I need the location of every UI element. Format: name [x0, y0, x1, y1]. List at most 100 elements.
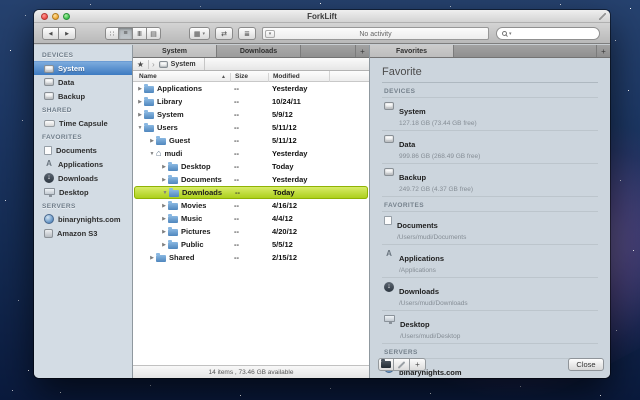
panel-section-devices: DEVICES	[382, 83, 598, 98]
add-panel-tab-button[interactable]: +	[596, 45, 610, 57]
sidebar-item-system[interactable]: System	[34, 61, 132, 75]
column-header-modified[interactable]: Modified	[268, 73, 300, 82]
tab-system[interactable]: System	[133, 45, 217, 57]
list-item-documents[interactable]: Documents/Users/mudi/Documents	[382, 212, 598, 245]
row-size: --	[234, 253, 239, 262]
table-row-guest[interactable]: ▶Guest--5/11/12	[133, 134, 369, 147]
folder-icon	[144, 99, 154, 106]
grid-icon: ▦	[194, 30, 201, 38]
disclosure-triangle-icon[interactable]: ▼	[148, 151, 156, 157]
row-size: --	[234, 110, 239, 119]
disclosure-triangle-icon[interactable]: ▶	[148, 138, 156, 144]
coverflow-view-button[interactable]: ▤	[147, 27, 161, 40]
icon-view-icon: ∷	[110, 30, 114, 38]
sidebar-item-desktop[interactable]: Desktop	[34, 185, 132, 199]
column-header-name[interactable]: Name	[139, 73, 157, 80]
disclosure-triangle-icon[interactable]: ▶	[160, 216, 168, 222]
row-modified: 2/15/12	[272, 253, 297, 262]
sidebar-item-documents[interactable]: Documents	[34, 143, 132, 157]
row-size: --	[234, 201, 239, 210]
sidebar-item-downloads[interactable]: Downloads	[34, 171, 132, 185]
row-modified: 5/11/12	[272, 123, 297, 132]
table-row-downloads-selected[interactable]: ▼Downloads--Today	[134, 186, 368, 199]
list-view-button[interactable]: ≡	[119, 27, 133, 40]
sidebar-item-label: System	[58, 64, 85, 73]
row-size: --	[234, 227, 239, 236]
disclosure-triangle-icon[interactable]: ▶	[160, 177, 168, 183]
folder-icon	[168, 164, 178, 171]
new-folder-button[interactable]	[378, 358, 394, 371]
favorite-star-button[interactable]: ★	[133, 60, 149, 69]
table-row-music[interactable]: ▶Music--4/4/12	[133, 212, 369, 225]
disclosure-triangle-icon[interactable]: ▶	[136, 112, 144, 118]
arrange-dropdown-button[interactable]: ▦▾	[189, 27, 210, 40]
row-modified: Yesterday	[272, 175, 307, 184]
tab-favorites[interactable]: Favorites	[370, 45, 454, 57]
row-modified: 5/5/12	[272, 240, 293, 249]
list-item-backup[interactable]: Backup249.72 GB (4.37 GB free)	[382, 164, 598, 197]
column-header-size[interactable]: Size	[230, 73, 248, 82]
sidebar-item-label: Desktop	[59, 188, 89, 197]
disclosure-triangle-icon[interactable]: ▶	[136, 99, 144, 105]
downloads-icon	[44, 173, 54, 183]
disclosure-triangle-icon[interactable]: ▶	[160, 242, 168, 248]
sidebar-item-label: Documents	[56, 146, 97, 155]
search-field[interactable]: ▾	[496, 27, 600, 40]
folder-icon	[156, 255, 166, 262]
table-row-shared[interactable]: ▶Shared--2/15/12	[133, 251, 369, 264]
disclosure-triangle-icon[interactable]: ▼	[161, 190, 169, 196]
row-name: Downloads	[182, 188, 222, 197]
disclosure-triangle-icon[interactable]: ▶	[160, 164, 168, 170]
forward-icon: ▶	[65, 31, 69, 37]
add-favorite-button[interactable]: +	[410, 358, 426, 371]
sidebar-item-backup[interactable]: Backup	[34, 89, 132, 103]
table-row-library[interactable]: ▶Library--10/24/11	[133, 95, 369, 108]
table-row-public[interactable]: ▶Public--5/5/12	[133, 238, 369, 251]
table-row-desktop[interactable]: ▶Desktop--Today	[133, 160, 369, 173]
table-row-mudi[interactable]: ▼⌂mudi--Yesterday	[133, 147, 369, 160]
column-view-button[interactable]: Ⅲ	[133, 27, 147, 40]
disclosure-triangle-icon[interactable]: ▶	[160, 203, 168, 209]
icon-view-button[interactable]: ∷	[105, 27, 119, 40]
list-item-data[interactable]: Data999.86 GB (268.49 GB free)	[382, 131, 598, 164]
sidebar-item-binarynights[interactable]: binarynights.com	[34, 212, 132, 226]
back-icon: ◀	[49, 31, 53, 37]
row-name: Desktop	[181, 162, 211, 171]
add-tab-button[interactable]: +	[355, 45, 369, 57]
forward-button[interactable]: ▶	[59, 27, 76, 40]
plus-icon: +	[601, 47, 606, 56]
sort-button[interactable]: ≣	[238, 27, 256, 40]
documents-icon	[384, 216, 392, 225]
disclosure-triangle-icon[interactable]: ▶	[160, 229, 168, 235]
list-item-downloads[interactable]: Downloads/Users/mudi/Downloads	[382, 278, 598, 311]
sidebar-item-applications[interactable]: Applications	[34, 157, 132, 171]
sidebar-item-data[interactable]: Data	[34, 75, 132, 89]
row-size: --	[234, 214, 239, 223]
sync-button[interactable]: ⇄	[215, 27, 233, 40]
table-row-pictures[interactable]: ▶Pictures--4/20/12	[133, 225, 369, 238]
table-row-applications[interactable]: ▶Applications--Yesterday	[133, 82, 369, 95]
disclosure-triangle-icon[interactable]: ▶	[136, 86, 144, 92]
disclosure-triangle-icon[interactable]: ▶	[148, 255, 156, 261]
table-row-movies[interactable]: ▶Movies--4/16/12	[133, 199, 369, 212]
sidebar-item-time-capsule[interactable]: Time Capsule	[34, 116, 132, 130]
sidebar-item-amazon-s3[interactable]: Amazon S3	[34, 226, 132, 240]
column-headers: Name ▲ Size Modified	[133, 71, 369, 82]
title-bar[interactable]: ForkLift	[34, 10, 610, 23]
close-button[interactable]: Close	[568, 358, 604, 371]
table-row-users[interactable]: ▼Users--5/11/12	[133, 121, 369, 134]
edit-button[interactable]	[394, 358, 410, 371]
list-item-system[interactable]: System127.18 GB (73.44 GB free)	[382, 98, 598, 131]
resize-icon[interactable]	[599, 13, 606, 20]
table-row-system[interactable]: ▶System--5/9/12	[133, 108, 369, 121]
list-item-applications[interactable]: Applications/Applications	[382, 245, 598, 278]
disclosure-triangle-icon[interactable]: ▼	[136, 125, 144, 131]
table-row-documents[interactable]: ▶Documents--Yesterday	[133, 173, 369, 186]
item-detail: 999.86 GB (268.49 GB free)	[399, 153, 480, 161]
back-button[interactable]: ◀	[42, 27, 59, 40]
tab-downloads[interactable]: Downloads	[217, 45, 301, 57]
search-input[interactable]	[514, 30, 594, 37]
breadcrumb[interactable]: System	[157, 58, 205, 70]
row-name: Pictures	[181, 227, 211, 236]
list-item-desktop[interactable]: Desktop/Users/mudi/Desktop	[382, 311, 598, 344]
